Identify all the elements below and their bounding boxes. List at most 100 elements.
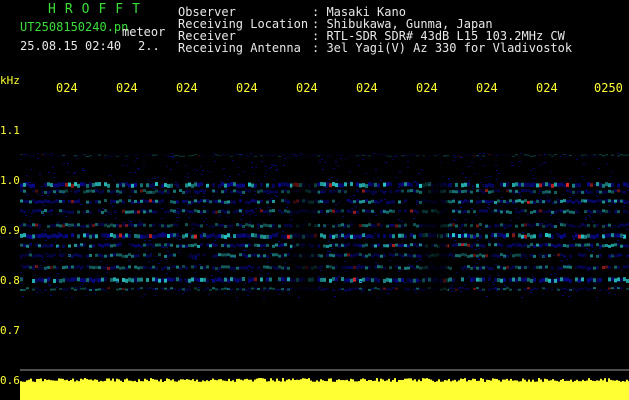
- noise-speckle: [365, 191, 367, 192]
- spectrogram-pixel: [20, 254, 23, 258]
- spectrogram-pixel: [491, 183, 494, 188]
- noise-speckle: [340, 288, 342, 289]
- noise-speckle: [482, 184, 484, 185]
- noise-speckle: [485, 177, 487, 178]
- baseline-spike: [240, 379, 242, 383]
- spectrogram-pixel: [374, 244, 377, 248]
- spectrogram-pixel: [23, 210, 26, 214]
- baseline-spike: [610, 379, 612, 383]
- noise-speckle: [456, 272, 458, 273]
- spectrogram-pixel: [419, 233, 422, 238]
- spectrogram-pixel: [140, 189, 143, 193]
- noise-speckle: [604, 235, 606, 236]
- spectrogram-pixel: [479, 189, 482, 193]
- spectrogram-pixel: [206, 278, 209, 283]
- spectrogram-pixel: [488, 182, 491, 187]
- noise-speckle: [562, 194, 564, 195]
- spectrogram-pixel: [575, 265, 578, 269]
- spectrogram-pixel: [50, 189, 53, 193]
- noise-speckle: [110, 203, 112, 204]
- noise-speckle: [416, 261, 418, 262]
- noise-speckle: [293, 154, 295, 155]
- spectrogram-pixel: [227, 154, 230, 156]
- noise-speckle: [343, 244, 345, 245]
- spectrogram-pixel: [269, 199, 272, 203]
- spectrogram-pixel: [326, 265, 329, 269]
- spectrogram-pixel: [563, 277, 566, 282]
- spectrogram-pixel: [572, 154, 575, 156]
- noise-speckle: [374, 233, 376, 234]
- spectrogram-pixel: [260, 234, 263, 239]
- baseline-spike: [376, 378, 378, 383]
- noise-speckle: [27, 212, 29, 213]
- noise-speckle: [267, 186, 269, 187]
- noise-speckle: [588, 250, 590, 251]
- noise-speckle: [178, 252, 180, 253]
- spectrogram-pixel: [95, 200, 98, 204]
- spectrogram-pixel: [572, 287, 575, 290]
- baseline-spike: [374, 380, 376, 383]
- spectrogram-pixel: [551, 234, 554, 239]
- spectrogram-pixel: [59, 199, 62, 203]
- spectrogram-pixel: [47, 234, 50, 239]
- spectrogram-pixel: [35, 265, 38, 269]
- baseline-spike: [52, 380, 54, 383]
- spectrogram-pixel: [350, 154, 353, 156]
- spectrogram-pixel: [80, 182, 83, 187]
- spectrogram-pixel: [269, 287, 272, 290]
- noise-speckle: [231, 250, 233, 251]
- noise-speckle: [320, 270, 322, 271]
- spectrogram-pixel: [104, 182, 107, 187]
- spectrogram-pixel: [116, 200, 119, 204]
- spectrogram-pixel: [191, 200, 194, 204]
- noise-speckle: [185, 191, 187, 192]
- spectrogram-pixel: [377, 154, 380, 156]
- noise-speckle: [154, 295, 156, 296]
- spectrogram-pixel: [419, 190, 422, 194]
- spectrogram-pixel: [524, 265, 527, 269]
- spectrogram-pixel: [65, 210, 68, 214]
- spectrogram-pixel: [398, 244, 401, 248]
- baseline-spike: [280, 381, 282, 383]
- baseline-spike: [120, 380, 122, 383]
- spectrogram-pixel: [317, 155, 320, 157]
- noise-speckle: [457, 201, 459, 202]
- baseline-spike: [490, 380, 492, 383]
- noise-speckle: [115, 218, 117, 219]
- noise-speckle: [149, 181, 151, 182]
- spectrogram-pixel: [263, 287, 266, 290]
- spectrogram-pixel: [449, 190, 452, 194]
- noise-speckle: [239, 188, 241, 189]
- spectrogram-pixel: [494, 253, 497, 257]
- baseline-spike: [388, 378, 390, 383]
- spectrogram-pixel: [164, 265, 167, 269]
- baseline-spike: [518, 381, 520, 383]
- noise-speckle: [146, 284, 148, 285]
- noise-speckle: [190, 196, 192, 197]
- spectrogram-pixel: [29, 265, 32, 269]
- noise-speckle: [340, 158, 342, 159]
- noise-speckle: [146, 267, 148, 268]
- noise-speckle: [479, 229, 481, 230]
- noise-speckle: [41, 186, 43, 187]
- spectrogram-pixel: [482, 244, 485, 248]
- noise-speckle: [503, 256, 505, 257]
- noise-speckle: [380, 180, 382, 181]
- spectrogram-pixel: [224, 224, 227, 228]
- spectrogram-pixel: [530, 210, 533, 214]
- spectrogram-pixel: [335, 253, 338, 257]
- spectrogram-pixel: [224, 210, 227, 214]
- spectrogram-pixel: [260, 209, 263, 213]
- spectrogram-pixel: [464, 209, 467, 213]
- noise-speckle: [257, 235, 259, 236]
- baseline-spike: [378, 381, 380, 383]
- spectrogram-pixel: [92, 183, 95, 188]
- noise-speckle: [335, 161, 337, 162]
- spectrogram-pixel: [557, 277, 560, 282]
- spectrogram-pixel: [368, 182, 371, 187]
- spectrogram-pixel: [110, 244, 113, 248]
- baseline-spike: [68, 381, 70, 383]
- noise-speckle: [337, 189, 339, 190]
- spectrogram-pixel: [398, 224, 401, 228]
- baseline-spike: [226, 381, 228, 383]
